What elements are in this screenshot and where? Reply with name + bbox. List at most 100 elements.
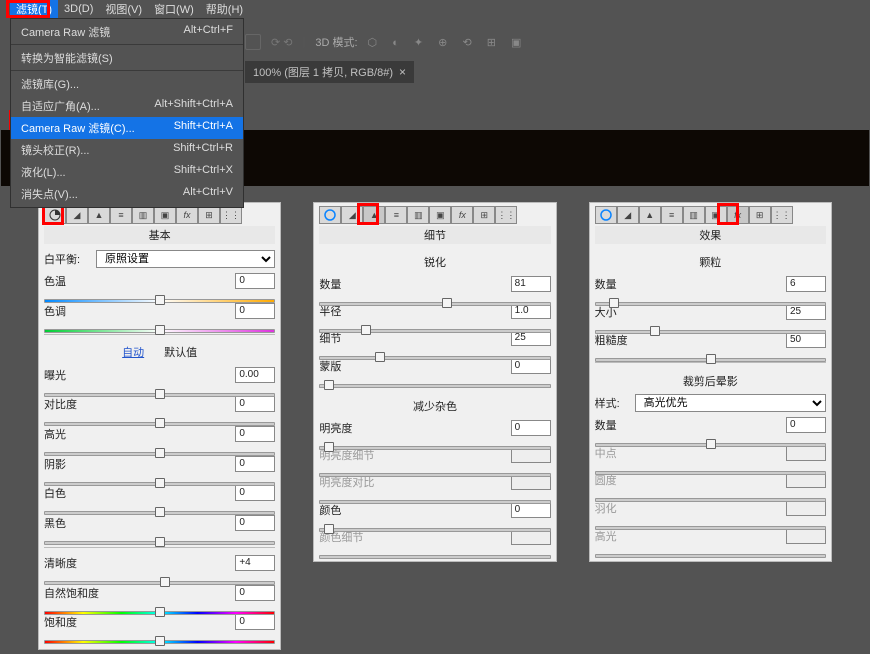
tab-detail-icon[interactable]: ▲ xyxy=(639,206,661,224)
vig-round-value xyxy=(786,472,826,488)
highlights-value[interactable]: 0 xyxy=(235,426,275,442)
contrast-value[interactable]: 0 xyxy=(235,396,275,412)
clarity-slider[interactable] xyxy=(44,575,275,579)
tab-split-icon[interactable]: ▥ xyxy=(132,206,154,224)
tab-lens-icon[interactable]: ▣ xyxy=(429,206,451,224)
dd-convert-smart[interactable]: 转换为智能滤镜(S) xyxy=(11,47,243,71)
vig-mid-label: 中点 xyxy=(595,445,653,461)
tab-fx-icon[interactable]: fx xyxy=(727,206,749,224)
menu-view[interactable]: 视图(V) xyxy=(99,0,148,18)
tool-icon[interactable] xyxy=(245,34,261,50)
dd-camera-raw-filter[interactable]: Camera Raw 滤镜(C)...Shift+Ctrl+A xyxy=(11,117,243,139)
tab-curve-icon[interactable]: ◢ xyxy=(341,206,363,224)
exposure-slider[interactable] xyxy=(44,387,275,391)
tab-curve-icon[interactable]: ◢ xyxy=(66,206,88,224)
temp-slider[interactable] xyxy=(44,293,275,297)
exposure-value[interactable]: 0.00 xyxy=(235,367,275,383)
nr-lum-slider[interactable] xyxy=(319,440,550,441)
panel-title-basic: 基本 xyxy=(44,226,275,244)
tab-fx-icon[interactable]: fx xyxy=(451,206,473,224)
panel-basic: ◢ ▲ ≡ ▥ ▣ fx ⊞ ⋮⋮ 基本 白平衡:原照设置 色温0 色调0 自动… xyxy=(38,202,281,650)
dd-last-filter[interactable]: Camera Raw 滤镜Alt+Ctrl+F xyxy=(11,21,243,45)
vig-amount-value[interactable]: 0 xyxy=(786,417,826,433)
tab-preset-icon[interactable]: ⋮⋮ xyxy=(771,206,793,224)
vig-style-select[interactable]: 高光优先 xyxy=(635,394,826,412)
saturation-slider[interactable] xyxy=(44,634,275,638)
tab-split-icon[interactable]: ▥ xyxy=(683,206,705,224)
vig-feather-value xyxy=(786,500,826,516)
contrast-slider[interactable] xyxy=(44,416,275,420)
gr-amount-value[interactable]: 6 xyxy=(786,276,826,292)
blacks-slider[interactable] xyxy=(44,535,275,539)
nr-color-value[interactable]: 0 xyxy=(511,502,551,518)
tab-basic-icon[interactable] xyxy=(319,206,341,224)
nr-lum-value[interactable]: 0 xyxy=(511,420,551,436)
vig-amount-slider[interactable] xyxy=(595,437,826,439)
shadows-label: 阴影 xyxy=(44,456,102,472)
vig-hl-slider xyxy=(595,548,826,550)
tab-hsl-icon[interactable]: ≡ xyxy=(385,206,407,224)
gr-amount-slider[interactable] xyxy=(595,296,826,298)
tint-value[interactable]: 0 xyxy=(235,303,275,319)
menu-3d[interactable]: 3D(D) xyxy=(58,2,99,16)
whites-slider[interactable] xyxy=(44,505,275,509)
tab-cal-icon[interactable]: ⊞ xyxy=(749,206,771,224)
sh-amount-slider[interactable] xyxy=(319,296,550,297)
doc-tab[interactable]: 100% (图层 1 拷贝, RGB/8#) × xyxy=(245,61,414,83)
tab-basic-icon[interactable] xyxy=(595,206,617,224)
tab-fx-icon[interactable]: fx xyxy=(176,206,198,224)
dd-liquify[interactable]: 液化(L)...Shift+Ctrl+X xyxy=(11,161,243,183)
sh-amount-value[interactable]: 81 xyxy=(511,276,551,292)
menu-help[interactable]: 帮助(H) xyxy=(200,0,249,18)
menu-window[interactable]: 窗口(W) xyxy=(148,0,200,18)
tab-curve-icon[interactable]: ◢ xyxy=(617,206,639,224)
gr-size-value[interactable]: 25 xyxy=(786,304,826,320)
iconbar-effects: ◢ ▲ ≡ ▥ ▣ fx ⊞ ⋮⋮ xyxy=(595,206,826,224)
nr-lumc-slider xyxy=(319,494,550,495)
tab-hsl-icon[interactable]: ≡ xyxy=(110,206,132,224)
auto-link[interactable]: 自动 xyxy=(122,344,144,360)
tab-basic-icon[interactable] xyxy=(44,206,66,224)
vibrance-slider[interactable] xyxy=(44,605,275,609)
close-icon[interactable]: × xyxy=(399,65,406,79)
dd-adaptive-wide[interactable]: 自适应广角(A)...Alt+Shift+Ctrl+A xyxy=(11,95,243,117)
tab-preset-icon[interactable]: ⋮⋮ xyxy=(495,206,517,224)
tab-split-icon[interactable]: ▥ xyxy=(407,206,429,224)
shadows-slider[interactable] xyxy=(44,476,275,480)
tab-lens-icon[interactable]: ▣ xyxy=(705,206,727,224)
gr-rough-slider[interactable] xyxy=(595,352,826,354)
tab-detail-icon[interactable]: ▲ xyxy=(363,206,385,224)
nr-color-slider[interactable] xyxy=(319,522,550,523)
vibrance-value[interactable]: 0 xyxy=(235,585,275,601)
tab-preset-icon[interactable]: ⋮⋮ xyxy=(220,206,242,224)
tab-lens-icon[interactable]: ▣ xyxy=(154,206,176,224)
gr-rough-value[interactable]: 50 xyxy=(786,332,826,348)
panel-title-effects: 效果 xyxy=(595,226,826,244)
tab-cal-icon[interactable]: ⊞ xyxy=(473,206,495,224)
whites-value[interactable]: 0 xyxy=(235,485,275,501)
blacks-value[interactable]: 0 xyxy=(235,515,275,531)
highlights-slider[interactable] xyxy=(44,446,275,450)
shadows-value[interactable]: 0 xyxy=(235,456,275,472)
app-menubar: 滤镜(T) 3D(D) 视图(V) 窗口(W) 帮助(H) xyxy=(0,0,870,18)
tint-slider[interactable] xyxy=(44,323,275,327)
sh-mask-slider[interactable] xyxy=(319,378,550,379)
temp-value[interactable]: 0 xyxy=(235,273,275,289)
dd-vanishing-point[interactable]: 消失点(V)...Alt+Ctrl+V xyxy=(11,183,243,205)
menu-filter[interactable]: 滤镜(T) xyxy=(10,0,58,18)
clarity-value[interactable]: +4 xyxy=(235,555,275,571)
sh-detail-slider[interactable] xyxy=(319,350,550,351)
tab-hsl-icon[interactable]: ≡ xyxy=(661,206,683,224)
sh-radius-slider[interactable] xyxy=(319,323,550,324)
tab-cal-icon[interactable]: ⊞ xyxy=(198,206,220,224)
vig-style-label: 样式: xyxy=(595,395,631,411)
dd-filter-gallery[interactable]: 滤镜库(G)... xyxy=(11,73,243,95)
default-link[interactable]: 默认值 xyxy=(164,344,197,360)
vig-round-label: 圆度 xyxy=(595,472,653,488)
saturation-value[interactable]: 0 xyxy=(235,614,275,630)
dd-lens-correction[interactable]: 镜头校正(R)...Shift+Ctrl+R xyxy=(11,139,243,161)
gr-size-slider[interactable] xyxy=(595,324,826,326)
wb-select[interactable]: 原照设置 xyxy=(96,250,275,268)
tab-detail-icon[interactable]: ▲ xyxy=(88,206,110,224)
sh-mask-value[interactable]: 0 xyxy=(511,358,551,374)
